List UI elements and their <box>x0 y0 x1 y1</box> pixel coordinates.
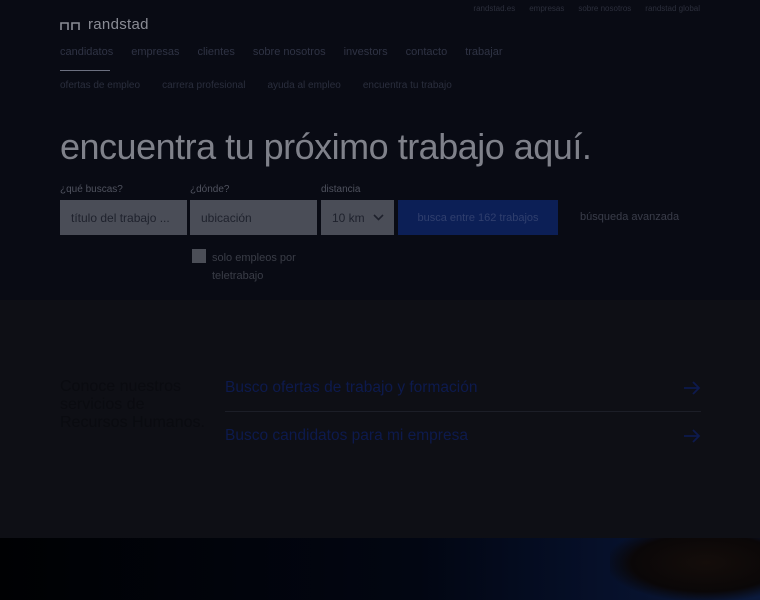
promo-image <box>0 538 760 600</box>
service-link-jobs[interactable]: Busco ofertas de trabajo y formación <box>225 364 701 412</box>
main-nav: candidatos empresas clientes sobre nosot… <box>60 46 503 70</box>
nav-item-candidatos[interactable]: candidatos <box>60 46 113 70</box>
nav-item-empresas[interactable]: empresas <box>131 46 179 70</box>
subnav-item[interactable]: ayuda al empleo <box>267 80 340 91</box>
job-title-input[interactable]: título del trabajo ... <box>60 200 187 235</box>
utility-link[interactable]: empresas <box>529 4 564 13</box>
subnav-item[interactable]: ofertas de empleo <box>60 80 140 91</box>
logo-text: randstad <box>88 16 149 33</box>
utility-nav: randstad.es empresas sobre nosotros rand… <box>473 4 700 13</box>
service-link-label: Busco candidatos para mi empresa <box>225 427 468 444</box>
remote-checkbox-label[interactable]: solo empleos por teletrabajo <box>212 249 322 285</box>
randstad-logo[interactable]: randstad <box>60 16 149 33</box>
advanced-search-link[interactable]: búsqueda avanzada <box>580 211 679 223</box>
remote-checkbox[interactable] <box>192 249 206 263</box>
distance-select[interactable]: 10 km <box>321 200 394 235</box>
services-section: Conoce nuestros servicios de Recursos Hu… <box>0 300 760 538</box>
distance-value: 10 km <box>332 210 365 225</box>
utility-link[interactable]: sobre nosotros <box>578 4 631 13</box>
location-input[interactable]: ubicación <box>190 200 317 235</box>
nav-item-investors[interactable]: investors <box>344 46 388 70</box>
chevron-down-icon <box>373 214 384 221</box>
subnav-item[interactable]: carrera profesional <box>162 80 245 91</box>
service-link-label: Busco ofertas de trabajo y formación <box>225 378 478 396</box>
subnav-item[interactable]: encuentra tu trabajo <box>363 80 452 91</box>
arrow-right-icon <box>684 380 701 395</box>
nav-item-clientes[interactable]: clientes <box>198 46 235 70</box>
where-label: ¿dónde? <box>190 184 230 195</box>
nav-item-trabajar[interactable]: trabajar <box>465 46 502 70</box>
utility-link[interactable]: randstad.es <box>473 4 515 13</box>
person-photo <box>610 538 760 600</box>
active-nav-indicator <box>60 70 110 71</box>
utility-link[interactable]: randstad global <box>645 4 700 13</box>
sub-nav: ofertas de empleo carrera profesional ay… <box>60 80 452 91</box>
nav-item-contacto[interactable]: contacto <box>406 46 448 70</box>
nav-item-sobre-nosotros[interactable]: sobre nosotros <box>253 46 326 70</box>
search-button[interactable]: busca entre 162 trabajos <box>398 200 558 235</box>
randstad-logo-icon <box>60 21 80 30</box>
job-title-placeholder: título del trabajo ... <box>71 210 170 225</box>
distance-label: distancia <box>321 184 361 195</box>
what-label: ¿qué buscas? <box>60 184 123 195</box>
page-title: encuentra tu próximo trabajo aquí. <box>60 126 592 167</box>
services-title: Conoce nuestros servicios de Recursos Hu… <box>60 378 205 431</box>
location-placeholder: ubicación <box>201 210 252 225</box>
hero-section: randstad randstad.es empresas sobre noso… <box>0 0 760 300</box>
service-link-candidates[interactable]: Busco candidatos para mi empresa <box>225 412 701 460</box>
arrow-right-icon <box>684 429 701 443</box>
